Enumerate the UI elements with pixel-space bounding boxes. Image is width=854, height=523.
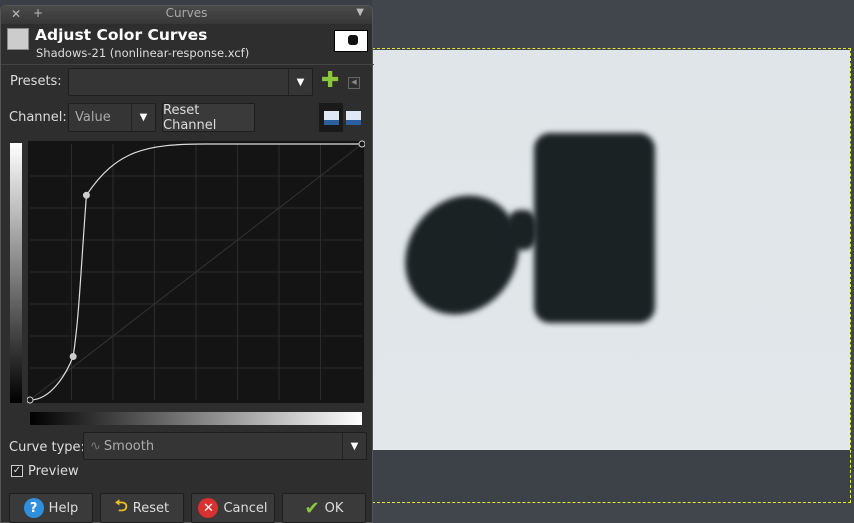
reset-channel-button[interactable]: Reset Channel <box>162 103 255 133</box>
dialog-subtitle: Shadows-21 (nonlinear-response.xcf) <box>36 46 250 60</box>
curve-type-combo[interactable]: ∿ Smooth ▼ <box>83 432 367 460</box>
presets-combo[interactable]: ▼ <box>68 68 313 96</box>
help-icon: ? <box>23 498 44 518</box>
preset-menu-icon[interactable]: ◀ <box>348 77 360 89</box>
preview-label[interactable]: Preview <box>28 464 79 479</box>
histogram-log-icon[interactable] <box>346 111 361 125</box>
chevron-down-icon: ▼ <box>288 69 312 95</box>
add-preset-icon[interactable]: ✚ <box>321 70 339 92</box>
curves-dialog: ✕ + Curves ▼ Adjust Color Curves Shadows… <box>0 5 374 523</box>
reset-button[interactable]: ⮌ Reset <box>100 493 184 523</box>
channel-label: Channel: <box>9 110 67 125</box>
reset-icon: ⮌ <box>114 495 128 515</box>
histogram-linear-icon <box>323 110 339 125</box>
chevron-down-icon: ▼ <box>342 433 366 459</box>
smooth-curve-icon: ∿ <box>90 438 101 454</box>
output-gradient-bar <box>10 143 22 403</box>
image-thumbnail <box>334 30 368 52</box>
cancel-icon: ✕ <box>198 498 219 518</box>
close-icon[interactable]: ✕ <box>11 7 21 21</box>
curves-icon <box>7 28 29 50</box>
chevron-down-icon: ▼ <box>131 104 155 131</box>
help-button[interactable]: ? Help <box>9 493 93 523</box>
window-title: Curves <box>165 6 208 20</box>
curve-point[interactable] <box>27 396 34 404</box>
chevron-down-icon[interactable]: ▼ <box>356 7 364 18</box>
channel-combo[interactable]: Value ▼ <box>68 103 156 132</box>
selection-marquee <box>372 48 851 503</box>
curve-type-label: Curve type: <box>9 440 85 455</box>
ok-check-icon: ✔ <box>304 497 320 519</box>
image-canvas[interactable] <box>372 0 854 523</box>
cancel-button[interactable]: ✕ Cancel <box>191 493 275 523</box>
presets-label: Presets: <box>10 74 62 89</box>
preview-checkbox[interactable]: ✓ <box>11 465 23 477</box>
curve-graph[interactable] <box>27 140 365 404</box>
linear-histogram-button[interactable] <box>319 103 343 132</box>
dialog-title: Adjust Color Curves <box>35 26 208 44</box>
curve-point[interactable] <box>69 352 77 360</box>
titlebar[interactable]: ✕ + Curves ▼ <box>1 6 372 24</box>
ok-button[interactable]: ✔ OK <box>282 493 366 523</box>
pin-icon[interactable]: + <box>33 6 43 20</box>
curve-point[interactable] <box>358 140 365 148</box>
input-gradient-bar <box>30 412 362 425</box>
curve-point[interactable] <box>82 191 90 199</box>
